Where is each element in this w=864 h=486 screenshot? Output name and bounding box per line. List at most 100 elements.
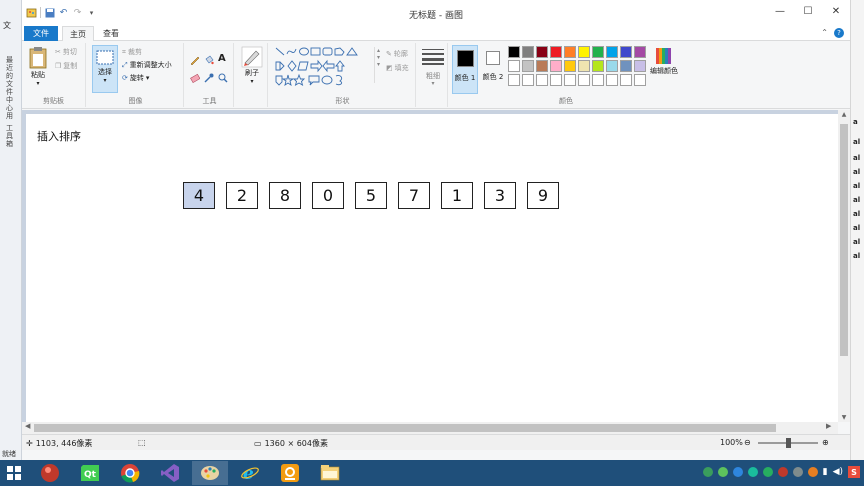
vertical-scroll-thumb[interactable] [840, 124, 848, 356]
system-tray: ▮ ◀) S [702, 466, 860, 478]
taskbar-foxit-reader[interactable] [272, 461, 308, 485]
tab-home[interactable]: 主页 [62, 26, 94, 42]
tray-app-icon[interactable] [777, 467, 788, 477]
eraser-icon[interactable] [190, 73, 200, 83]
outline-button[interactable]: ✎ 轮廓 [386, 49, 408, 59]
palette-color-swatch[interactable] [536, 46, 548, 58]
palette-color-swatch[interactable] [606, 46, 618, 58]
vertical-scrollbar[interactable]: ▲ ▼ [838, 110, 850, 422]
select-button[interactable]: 选择 ▾ [92, 45, 118, 93]
minimize-button[interactable]: — [766, 0, 794, 22]
tab-file[interactable]: 文件 [24, 26, 58, 41]
palette-color-swatch[interactable] [564, 46, 576, 58]
zoom-out-button[interactable]: ⊖ [744, 438, 751, 447]
maximize-button[interactable]: ☐ [794, 0, 822, 22]
rotate-button[interactable]: ⟳ 旋转 ▾ [122, 73, 149, 83]
palette-color-swatch[interactable] [536, 74, 548, 86]
scroll-down-icon[interactable]: ▼ [838, 414, 850, 421]
copy-button[interactable]: ❐ 复制 [55, 61, 77, 71]
palette-color-swatch[interactable] [550, 60, 562, 72]
palette-color-swatch[interactable] [620, 46, 632, 58]
color1-button[interactable]: 颜色 1 [452, 45, 478, 94]
paint-palette-icon [201, 466, 219, 480]
zoom-in-button[interactable]: ⊕ [822, 438, 829, 447]
tray-app-icon[interactable] [747, 467, 758, 477]
right-app-text: al [853, 168, 861, 176]
palette-color-swatch[interactable] [550, 74, 562, 86]
fill-bucket-icon[interactable] [204, 55, 214, 65]
palette-color-swatch[interactable] [606, 60, 618, 72]
right-app-text: al [853, 182, 861, 190]
scroll-left-icon[interactable]: ◀ [25, 422, 30, 430]
crop-button[interactable]: ⌗ 裁剪 [122, 47, 142, 57]
palette-color-swatch[interactable] [578, 60, 590, 72]
palette-color-swatch[interactable] [578, 46, 590, 58]
taskbar-file-explorer[interactable] [312, 461, 348, 485]
right-app-text: al [853, 252, 861, 260]
close-button[interactable]: ✕ [822, 0, 850, 22]
scroll-right-icon[interactable]: ▶ [826, 422, 831, 430]
color2-button[interactable]: 颜色 2 [481, 45, 505, 94]
brushes-button[interactable]: 刷子 ▾ [239, 46, 265, 85]
palette-color-swatch[interactable] [522, 60, 534, 72]
palette-color-swatch[interactable] [592, 60, 604, 72]
tray-app-icon[interactable] [792, 467, 803, 477]
drawing-canvas[interactable]: 插入排序 428057139 [26, 114, 838, 422]
tab-view[interactable]: 查看 [96, 26, 126, 41]
paste-button[interactable]: 粘贴 ▾ [26, 46, 50, 87]
shapes-gallery[interactable] [274, 46, 374, 86]
zoom-slider-thumb[interactable] [786, 438, 791, 448]
palette-color-swatch[interactable] [508, 46, 520, 58]
tray-app-icon[interactable] [732, 467, 743, 477]
palette-color-swatch[interactable] [508, 74, 520, 86]
color-picker-icon[interactable] [204, 73, 214, 83]
fill-button[interactable]: ◩ 填充 [386, 63, 409, 73]
pencil-icon[interactable] [190, 55, 200, 65]
cut-button[interactable]: ✂ 剪切 [55, 47, 77, 57]
start-button[interactable] [0, 461, 28, 485]
help-icon[interactable]: ? [834, 28, 844, 38]
collapse-ribbon-icon[interactable]: ⌃ [821, 28, 828, 38]
taskbar-internet-explorer[interactable]: e [232, 461, 268, 485]
horizontal-scrollbar[interactable]: ◀ ▶ [22, 422, 838, 434]
horizontal-scroll-thumb[interactable] [34, 424, 776, 432]
palette-color-swatch[interactable] [522, 46, 534, 58]
taskbar-qt-creator[interactable]: Qt [72, 461, 108, 485]
volume-icon[interactable]: ◀) [833, 467, 843, 477]
tray-app-icon[interactable] [702, 467, 713, 477]
palette-color-swatch[interactable] [606, 74, 618, 86]
palette-color-swatch[interactable] [592, 74, 604, 86]
number-cell: 7 [398, 182, 430, 209]
taskbar-record-app[interactable] [32, 461, 68, 485]
palette-color-swatch[interactable] [634, 74, 646, 86]
crop-label: 裁剪 [127, 48, 142, 56]
text-tool-icon[interactable]: A [218, 53, 226, 64]
palette-color-swatch[interactable] [564, 74, 576, 86]
tray-app-icon[interactable] [717, 467, 728, 477]
palette-color-swatch[interactable] [634, 46, 646, 58]
edit-colors-button[interactable]: 编辑颜色 [646, 46, 682, 76]
palette-color-swatch[interactable] [550, 46, 562, 58]
magnifier-icon[interactable] [218, 73, 228, 83]
input-method-icon[interactable]: S [848, 466, 860, 478]
palette-color-swatch[interactable] [620, 60, 632, 72]
network-icon[interactable]: ▮ [823, 467, 828, 477]
palette-color-swatch[interactable] [578, 74, 590, 86]
taskbar-visual-studio[interactable] [152, 461, 188, 485]
palette-color-swatch[interactable] [634, 60, 646, 72]
taskbar-paint[interactable] [192, 461, 228, 485]
left-app-vertical-toolbox[interactable]: 工具箱 [6, 124, 16, 148]
group-size[interactable]: 粗细 ▾ [418, 43, 448, 107]
palette-color-swatch[interactable] [508, 60, 520, 72]
palette-color-swatch[interactable] [620, 74, 632, 86]
tray-app-icon[interactable] [807, 467, 818, 477]
scroll-up-icon[interactable]: ▲ [838, 111, 850, 118]
palette-color-swatch[interactable] [536, 60, 548, 72]
palette-color-swatch[interactable] [592, 46, 604, 58]
palette-color-swatch[interactable] [522, 74, 534, 86]
palette-color-swatch[interactable] [564, 60, 576, 72]
shapes-scroll[interactable]: ▴ ▾ ▾ [374, 47, 382, 83]
taskbar-chrome[interactable] [112, 461, 148, 485]
resize-button[interactable]: ⤢ 重新调整大小 [122, 60, 172, 70]
tray-app-icon[interactable] [762, 467, 773, 477]
